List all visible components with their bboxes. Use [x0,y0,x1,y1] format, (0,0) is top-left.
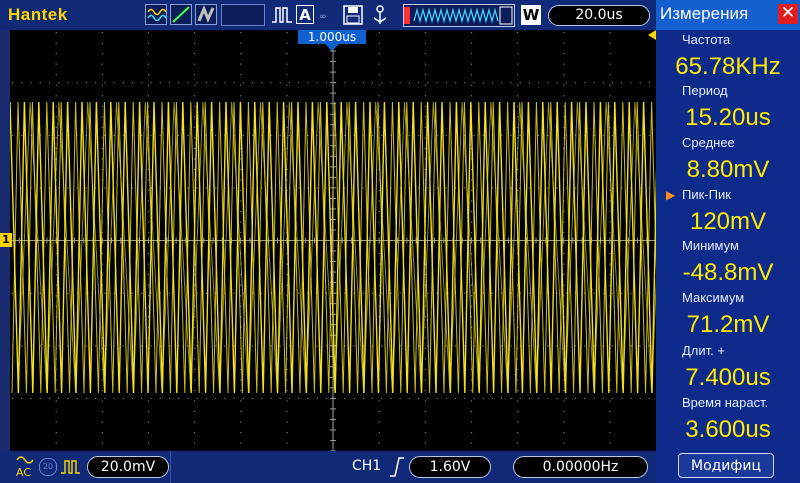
usb-icon[interactable] [369,4,391,30]
measure-label-mean[interactable]: Среднее [656,133,800,153]
selected-arrow-icon: ▶ [666,188,676,202]
trigger-position-arrow [325,44,339,51]
panel-title: Измерения [660,4,749,23]
measure-value-mean: 8.80mV [686,156,770,183]
panel-header: Измерения ✕ [656,0,800,30]
bandwidth-limit-icon[interactable]: 20 [39,458,57,476]
measure-value-pulse-width: 7.400us [685,364,771,391]
memory-depth-bar[interactable] [403,4,515,27]
brand-logo: Hantek [8,5,68,24]
svg-text:AC: AC [16,466,31,479]
measure-label-pulse-width[interactable]: Длит. + [656,341,800,361]
channel1-marker[interactable]: 1 [0,233,12,247]
measure-value-peak-to-peak: 120mV [689,208,767,235]
measure-label-rise-time[interactable]: Время нараст. [656,393,800,413]
save-icon[interactable] [343,5,363,29]
wave-mode-badge: W [521,5,541,25]
trigger-level-marker[interactable] [648,30,656,40]
close-icon[interactable]: ✕ [778,4,798,24]
invert-icon[interactable] [60,457,84,481]
pulse-icon[interactable] [271,5,293,29]
trigger-source[interactable]: CH1 [352,458,381,474]
waveform-screen[interactable] [10,30,656,451]
measure-label-peak-to-peak[interactable]: ▶ Пик-Пик [656,185,800,205]
top-toolbar: Hantek A ∞ W 20.0us [0,0,656,30]
measure-label-frequency[interactable]: Частота [656,30,800,50]
bottom-separator [170,451,333,483]
measurements-panel: Измерения ✕ Частота 65.78KHz Период 15.2… [656,0,800,483]
measure-value-minimum: -48.8mV [682,259,774,286]
modify-button[interactable]: Модифиц [678,453,774,478]
ac-coupling-icon[interactable]: AC [14,453,36,483]
timebase-display[interactable]: 20.0us [548,5,650,26]
wave-display-icon[interactable] [145,4,167,25]
bottom-status-bar: AC 20 20.0mV CH1 1.60V 0.00000Hz [0,451,656,483]
slope-display-icon[interactable] [170,4,192,25]
measure-label-maximum[interactable]: Максимум [656,288,800,308]
measure-value-maximum: 71.2mV [686,311,770,338]
measure-label-period[interactable]: Период [656,81,800,101]
trigger-position-marker[interactable]: 1.000us [298,30,366,44]
channel1-vdiv[interactable]: 20.0mV [87,456,169,478]
auto-button[interactable]: A [296,5,314,24]
measure-value-period: 15.20us [685,104,771,131]
measure-value-frequency: 65.78KHz [675,53,781,80]
waveform-svg [10,30,656,451]
link-icon: ∞ [319,12,327,22]
measure-value-rise-time: 3.600us [685,416,771,443]
persist-display-icon[interactable] [195,4,217,25]
measure-label-minimum[interactable]: Минимум [656,236,800,256]
trigger-level-display[interactable]: 1.60V [409,456,491,478]
status-box [221,4,265,26]
rising-edge-icon [389,456,405,482]
trigger-frequency-display: 0.00000Hz [513,456,648,478]
